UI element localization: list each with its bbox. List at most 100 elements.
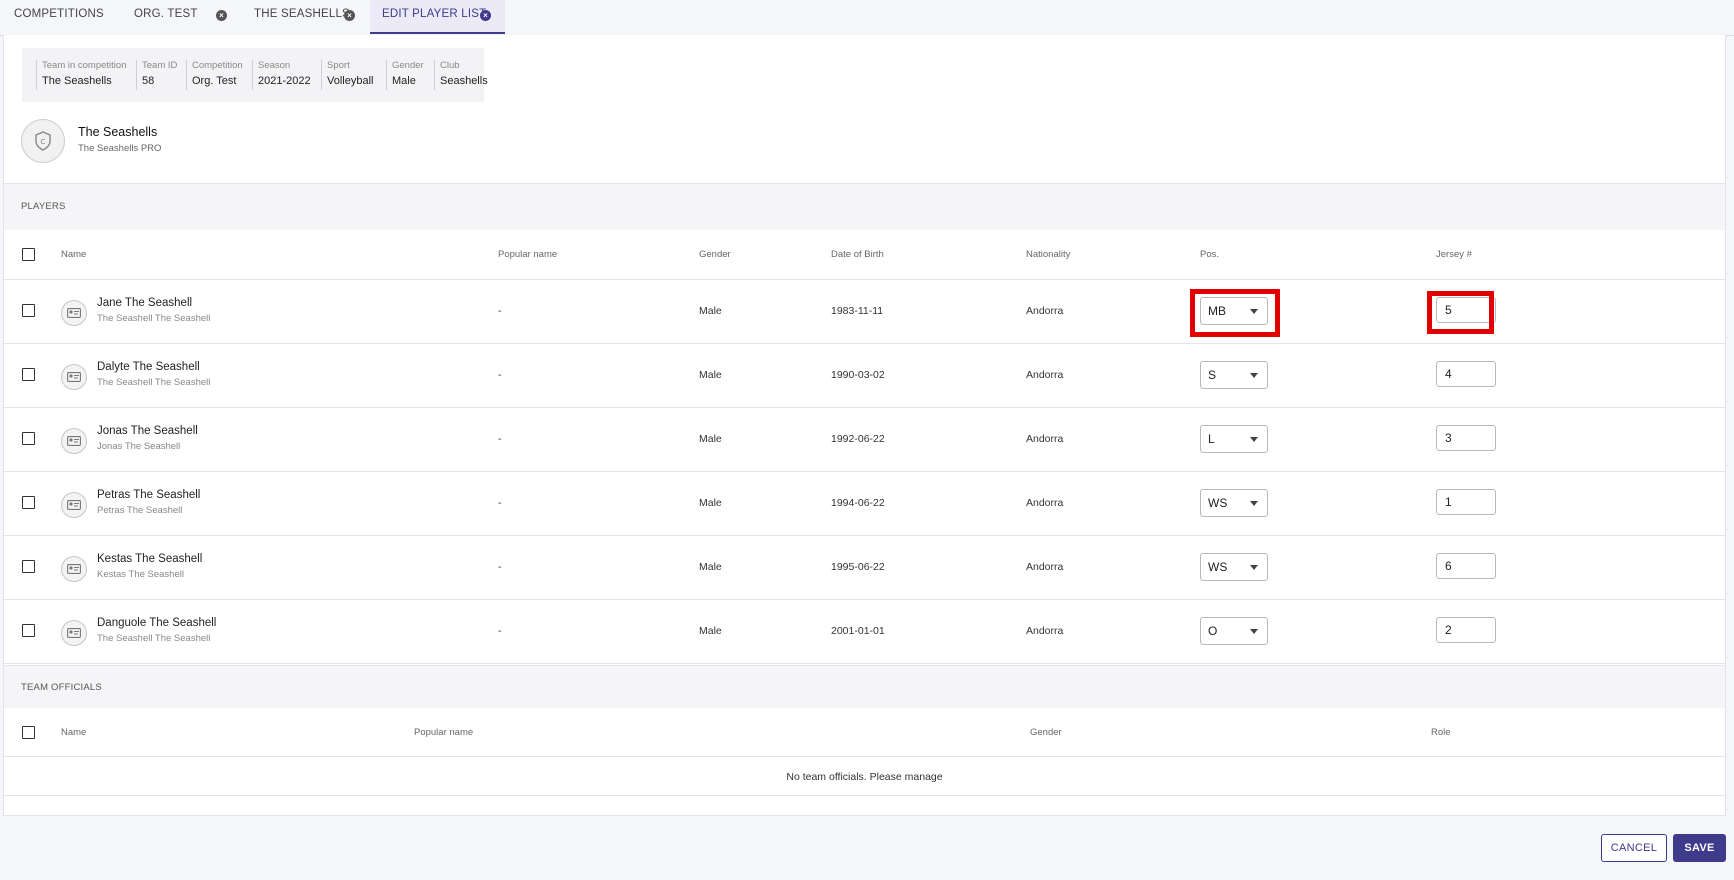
cancel-button[interactable]: CANCEL [1601,834,1667,862]
info-value: Org. Test [192,75,237,87]
chevron-down-icon [1250,373,1258,378]
info-season: Season 2021-2022 [252,60,311,90]
jersey-number-input[interactable] [1436,617,1496,643]
id-card-icon [67,372,81,382]
svg-text:C: C [41,138,46,146]
chevron-down-icon [1250,501,1258,506]
team-logo: C [21,119,65,163]
popular-name-cell: - [498,305,502,317]
player-name: Jonas The Seashell [97,425,198,437]
position-value: WS [1208,560,1228,574]
edit-player-list-panel: Team in competition The Seashells Team ID… [3,35,1726,816]
tab-competitions[interactable]: COMPETITIONS [14,0,114,34]
tab-bar: COMPETITIONS ORG. TEST × THE SEASHELLS × E… [0,0,1734,36]
column-header-nationality[interactable]: Nationality [1026,249,1070,260]
position-select[interactable]: WS [1200,553,1268,581]
jersey-number-input[interactable] [1436,425,1496,451]
close-icon[interactable]: × [480,10,491,21]
gender-cell: Male [699,497,722,509]
info-label: Team ID [142,60,178,71]
tab-the-seashells[interactable]: THE SEASHELLS × [254,0,364,34]
player-name: Dalyte The Seashell [97,361,200,373]
player-row: Petras The Seashell Petras The Seashell - M… [4,472,1725,536]
id-card-icon [67,628,81,638]
player-subname: The Seashell The Seashell [97,377,211,388]
gender-cell: Male [699,305,722,317]
position-value: L [1208,432,1215,446]
player-checkbox[interactable] [22,624,35,637]
tab-edit-player-list[interactable]: EDIT PLAYER LIST × [370,0,505,34]
player-row: Dalyte The Seashell The Seashell The Seas… [4,344,1725,408]
nationality-cell: Andorra [1026,497,1064,509]
player-checkbox[interactable] [22,304,35,317]
team-name: The Seashells [78,125,158,139]
select-all-officials-checkbox[interactable] [22,726,35,739]
position-select[interactable]: L [1200,425,1268,453]
column-header-name[interactable]: Name [61,249,86,260]
player-row: Danguole The Seashell The Seashell The Se… [4,600,1725,664]
position-select[interactable]: O [1200,617,1268,645]
player-row: Kestas The Seashell Kestas The Seashell - M… [4,536,1725,600]
column-header-name[interactable]: Name [61,727,86,738]
avatar [61,556,87,582]
column-header-role[interactable]: Role [1431,727,1451,738]
info-label: Competition [192,60,243,71]
id-card-icon [67,436,81,446]
player-name: Danguole The Seashell [97,617,217,629]
highlight-jersey-field [1427,291,1494,334]
id-card-icon [67,564,81,574]
avatar [61,300,87,326]
close-icon[interactable]: × [344,10,355,21]
dob-cell: 1995-06-22 [831,561,885,573]
column-header-gender[interactable]: Gender [699,249,731,260]
info-value: The Seashells [42,75,112,87]
avatar [61,620,87,646]
select-all-players-checkbox[interactable] [22,248,35,261]
officials-table-header: Name Popular name Gender Role [4,708,1725,757]
close-icon[interactable]: × [216,10,227,21]
tab-org-test[interactable]: ORG. TEST × [134,0,234,34]
player-subname: The Seashell The Seashell [97,633,211,644]
tab-label: THE SEASHELLS [254,8,350,20]
tab-label: COMPETITIONS [14,8,104,20]
jersey-number-input[interactable] [1436,361,1496,387]
gender-cell: Male [699,369,722,381]
id-card-icon [67,500,81,510]
avatar [61,428,87,454]
player-checkbox[interactable] [22,560,35,573]
column-header-position[interactable]: Pos. [1200,249,1219,260]
column-header-popular-name[interactable]: Popular name [498,249,557,260]
jersey-number-input[interactable] [1436,553,1496,579]
player-row: Jonas The Seashell Jonas The Seashell - Mal… [4,408,1725,472]
info-label: Gender [392,60,424,71]
tab-label: EDIT PLAYER LIST [382,8,487,20]
nationality-cell: Andorra [1026,305,1064,317]
player-checkbox[interactable] [22,496,35,509]
column-header-jersey[interactable]: Jersey # [1436,249,1472,260]
popular-name-cell: - [498,433,502,445]
info-label: Club [440,60,460,71]
column-header-dob[interactable]: Date of Birth [831,249,884,260]
player-subname: Petras The Seashell [97,505,183,516]
player-checkbox[interactable] [22,368,35,381]
nationality-cell: Andorra [1026,433,1064,445]
info-value: Seashells [440,75,488,87]
jersey-number-input[interactable] [1436,489,1496,515]
info-team: Team in competition The Seashells [36,60,126,90]
popular-name-cell: - [498,369,502,381]
chevron-down-icon [1250,437,1258,442]
position-value: O [1208,624,1218,638]
column-header-popular-name[interactable]: Popular name [414,727,473,738]
players-section-header: PLAYERS [4,183,1725,231]
save-button[interactable]: SAVE [1673,834,1726,862]
avatar [61,364,87,390]
position-select[interactable]: S [1200,361,1268,389]
officials-section-header: TEAM OFFICIALS [4,665,1725,709]
column-header-gender[interactable]: Gender [1030,727,1062,738]
player-checkbox[interactable] [22,432,35,445]
nationality-cell: Andorra [1026,369,1064,381]
info-label: Team in competition [42,60,127,71]
position-value: WS [1208,496,1228,510]
dob-cell: 2001-01-01 [831,625,885,637]
position-select[interactable]: WS [1200,489,1268,517]
